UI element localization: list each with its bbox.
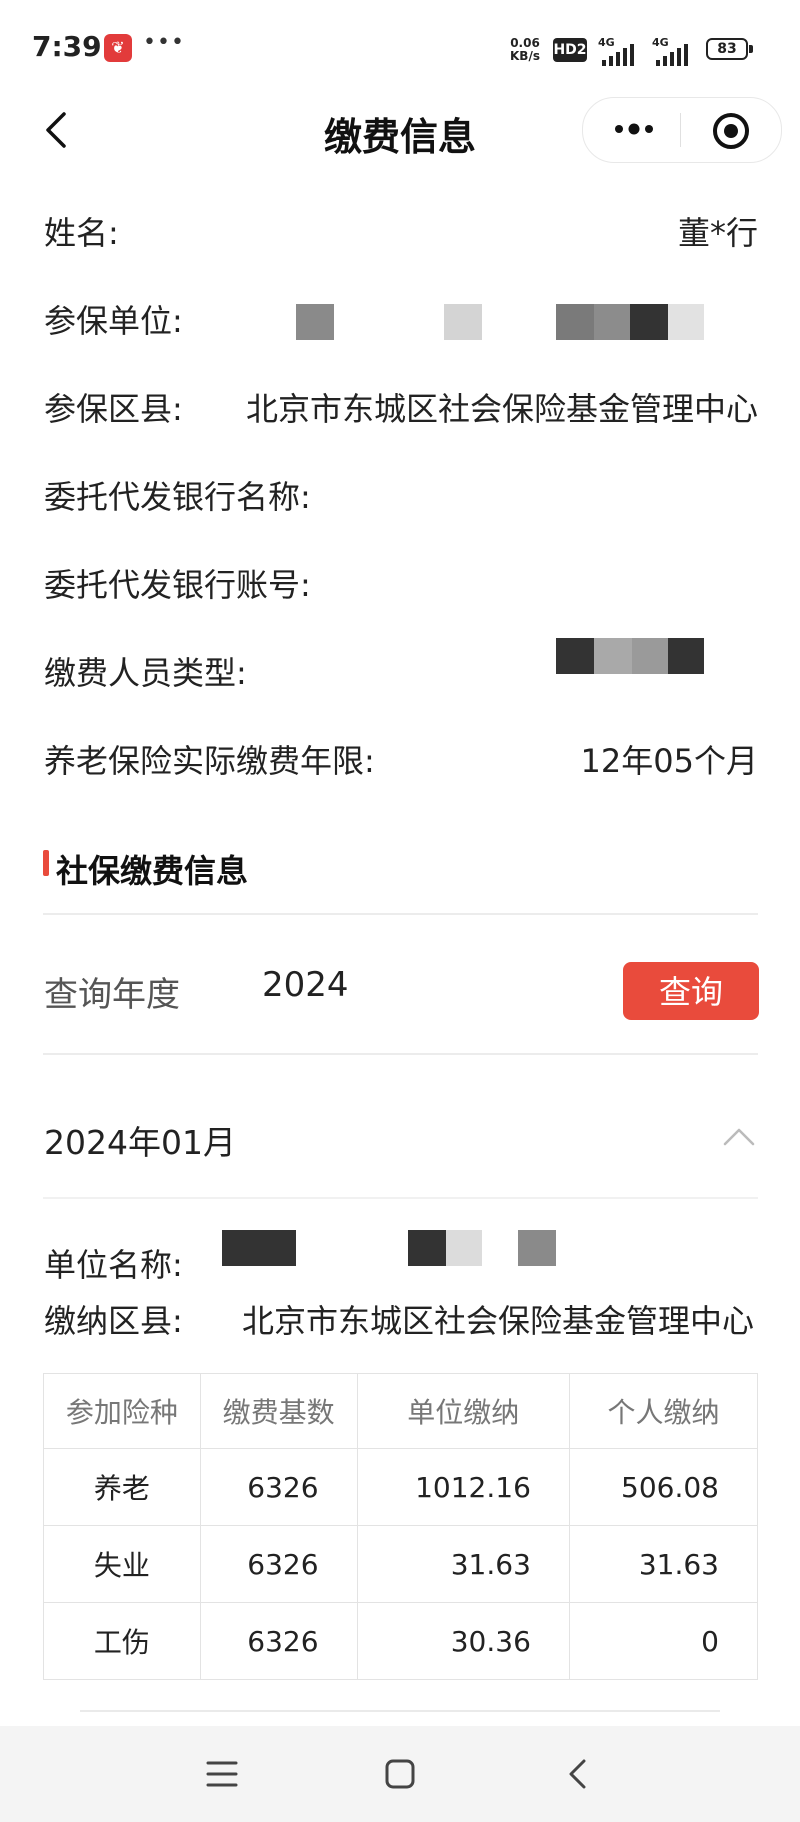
status-bar: 7:39 ❦ ••• 0.06 KB/s HD2 4G 4G 83 <box>0 0 800 100</box>
battery-tip <box>749 45 753 53</box>
divider <box>80 1710 720 1712</box>
redacted-block <box>296 304 334 340</box>
unit-name-label: 单位名称: <box>44 1246 183 1284</box>
pension-years-label: 养老保险实际缴费年限: <box>44 742 375 780</box>
table-row: 工伤 6326 30.36 0 <box>43 1602 759 1680</box>
month-header[interactable]: 2024年01月 <box>44 1116 236 1164</box>
pay-district-value: 北京市东城区社会保险基金管理中心 <box>241 1302 754 1340</box>
redacted-block <box>632 638 668 674</box>
bank-account-label: 委托代发银行账号: <box>44 566 311 604</box>
system-navigation-bar <box>0 1726 800 1822</box>
name-value: 董*行 <box>677 214 758 252</box>
network-speed: 0.06 KB/s <box>510 37 540 63</box>
name-label: 姓名: <box>44 214 119 252</box>
app-notification-icon: ❦ <box>104 34 132 62</box>
pay-district-label: 缴纳区县: <box>44 1302 183 1340</box>
close-target-icon[interactable] <box>711 111 751 151</box>
query-year-label: 查询年度 <box>44 975 180 1015</box>
redacted-block <box>630 304 668 340</box>
table-cell: 0 <box>568 1602 759 1680</box>
hd-badge: HD2 <box>553 38 587 62</box>
chevron-up-icon[interactable] <box>722 1124 756 1148</box>
table-header-row: 参加险种 缴费基数 单位缴纳 个人缴纳 <box>43 1373 759 1449</box>
back-nav-icon[interactable] <box>566 1758 590 1790</box>
speed-unit: KB/s <box>510 49 540 63</box>
redacted-block <box>556 304 594 340</box>
menu-icon[interactable] <box>206 1760 238 1788</box>
table-header-cell: 单位缴纳 <box>356 1373 570 1449</box>
table-cell: 6326 <box>199 1525 358 1603</box>
table-cell: 养老 <box>43 1448 201 1526</box>
table-cell: 6326 <box>199 1448 358 1526</box>
table-row: 养老 6326 1012.16 506.08 <box>43 1448 759 1526</box>
section-accent-bar <box>43 850 49 876</box>
redacted-block <box>446 1230 482 1266</box>
redacted-block <box>594 304 630 340</box>
district-value: 北京市东城区社会保险基金管理中心 <box>245 390 758 428</box>
bank-name-label: 委托代发银行名称: <box>44 478 311 516</box>
redacted-block <box>408 1230 446 1266</box>
table-cell: 工伤 <box>43 1602 201 1680</box>
divider <box>43 1197 758 1199</box>
table-header-cell: 参加险种 <box>43 1373 201 1449</box>
more-notifications-icon: ••• <box>143 30 185 55</box>
redacted-block <box>594 638 632 674</box>
table-cell: 1012.16 <box>356 1448 570 1526</box>
district-label: 参保区县: <box>44 390 183 428</box>
table-cell: 31.63 <box>568 1525 759 1603</box>
redacted-block <box>222 1230 296 1266</box>
table-cell: 506.08 <box>568 1448 759 1526</box>
table-header-cell: 缴费基数 <box>199 1373 358 1449</box>
divider <box>43 913 758 915</box>
more-menu-icon[interactable] <box>611 114 657 144</box>
redacted-block <box>668 304 704 340</box>
home-icon[interactable] <box>384 1758 416 1790</box>
redacted-block <box>444 304 482 340</box>
payment-table: 参加险种 缴费基数 单位缴纳 个人缴纳 养老 6326 1012.16 506.… <box>43 1373 759 1680</box>
divider <box>43 1053 758 1055</box>
signal-icon: 4G <box>598 36 646 66</box>
person-type-label: 缴费人员类型: <box>44 654 247 692</box>
signal-icon-2: 4G <box>652 36 700 66</box>
table-cell: 31.63 <box>356 1525 570 1603</box>
clock: 7:39 <box>32 30 102 63</box>
unit-label: 参保单位: <box>44 302 183 340</box>
table-row: 失业 6326 31.63 31.63 <box>43 1525 759 1603</box>
table-cell: 6326 <box>199 1602 358 1680</box>
redacted-block <box>668 638 704 674</box>
pension-years-value: 12年05个月 <box>580 742 758 780</box>
redacted-block <box>518 1230 556 1266</box>
battery-icon: 83 <box>706 38 748 60</box>
redacted-block <box>556 638 594 674</box>
section-title: 社保缴费信息 <box>56 852 249 890</box>
table-header-cell: 个人缴纳 <box>568 1373 759 1449</box>
query-year-picker[interactable]: 2024 <box>262 965 349 1005</box>
table-cell: 失业 <box>43 1525 201 1603</box>
query-button[interactable]: 查询 <box>623 962 759 1020</box>
table-cell: 30.36 <box>356 1602 570 1680</box>
capsule-divider <box>680 113 681 147</box>
